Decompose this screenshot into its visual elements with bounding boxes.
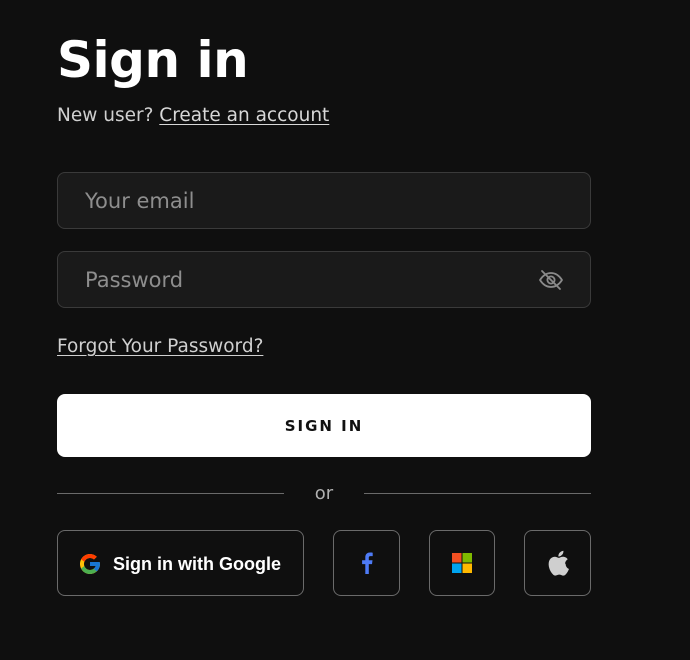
or-divider: or [57, 482, 591, 506]
divider-text: or [314, 483, 334, 504]
sign-in-button[interactable]: SIGN IN [57, 394, 591, 457]
microsoft-icon [452, 553, 472, 573]
eye-off-icon[interactable] [538, 268, 564, 292]
new-user-line: New user? Create an account [57, 104, 329, 128]
email-field-container [57, 172, 591, 229]
forgot-password-link[interactable]: Forgot Your Password? [57, 335, 263, 359]
password-input[interactable] [58, 252, 590, 307]
password-field-container [57, 251, 591, 308]
page-title: Sign in [57, 31, 249, 89]
facebook-sign-in-button[interactable] [333, 530, 400, 596]
apple-icon [548, 550, 569, 576]
facebook-icon [361, 552, 373, 574]
google-icon [78, 552, 102, 576]
google-sign-in-button[interactable]: Sign in with Google [57, 530, 304, 596]
microsoft-sign-in-button[interactable] [429, 530, 495, 596]
apple-sign-in-button[interactable] [524, 530, 591, 596]
divider-line-right [364, 493, 591, 494]
divider-line-left [57, 493, 284, 494]
new-user-text: New user? [57, 105, 154, 126]
google-sign-in-label: Sign in with Google [113, 554, 281, 574]
email-input[interactable] [58, 173, 590, 228]
create-account-link[interactable]: Create an account [159, 105, 329, 126]
